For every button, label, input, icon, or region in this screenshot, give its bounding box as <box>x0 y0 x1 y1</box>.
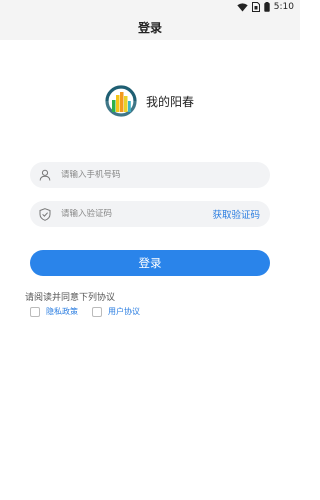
page-title: 登录 <box>137 20 162 35</box>
agreement-title: 请阅读并同意下列协议 <box>25 293 116 303</box>
verification-code-field[interactable]: 获取验证码 <box>30 201 270 227</box>
verification-code-input[interactable] <box>61 209 213 219</box>
app-name: 我的阳春 <box>146 94 195 109</box>
privacy-policy-link[interactable]: 隐私政策 <box>46 306 78 317</box>
status-bar: 5:10 <box>0 0 300 14</box>
city-logo-icon <box>104 84 138 118</box>
status-icons: 5:10 <box>237 1 294 13</box>
agreement-list: 隐私政策 用户协议 <box>30 306 154 317</box>
battery-icon <box>264 2 270 12</box>
get-code-button[interactable]: 获取验证码 <box>212 207 260 221</box>
login-button[interactable]: 登录 <box>30 250 270 276</box>
sim-card-icon <box>251 2 260 12</box>
user-icon <box>38 168 52 182</box>
user-agreement-checkbox[interactable] <box>92 306 102 317</box>
wifi-icon <box>237 2 248 12</box>
phone-input[interactable] <box>61 170 260 180</box>
status-time: 5:10 <box>273 2 294 12</box>
user-agreement-link[interactable]: 用户协议 <box>108 306 140 317</box>
privacy-policy-checkbox[interactable] <box>30 306 40 317</box>
app-header: 登录 <box>0 14 300 40</box>
user-agreement-item[interactable]: 用户协议 <box>92 306 140 317</box>
shield-icon <box>38 207 52 221</box>
phone-field[interactable] <box>30 162 270 188</box>
privacy-policy-item[interactable]: 隐私政策 <box>30 306 78 317</box>
brand: 我的阳春 <box>104 84 194 118</box>
